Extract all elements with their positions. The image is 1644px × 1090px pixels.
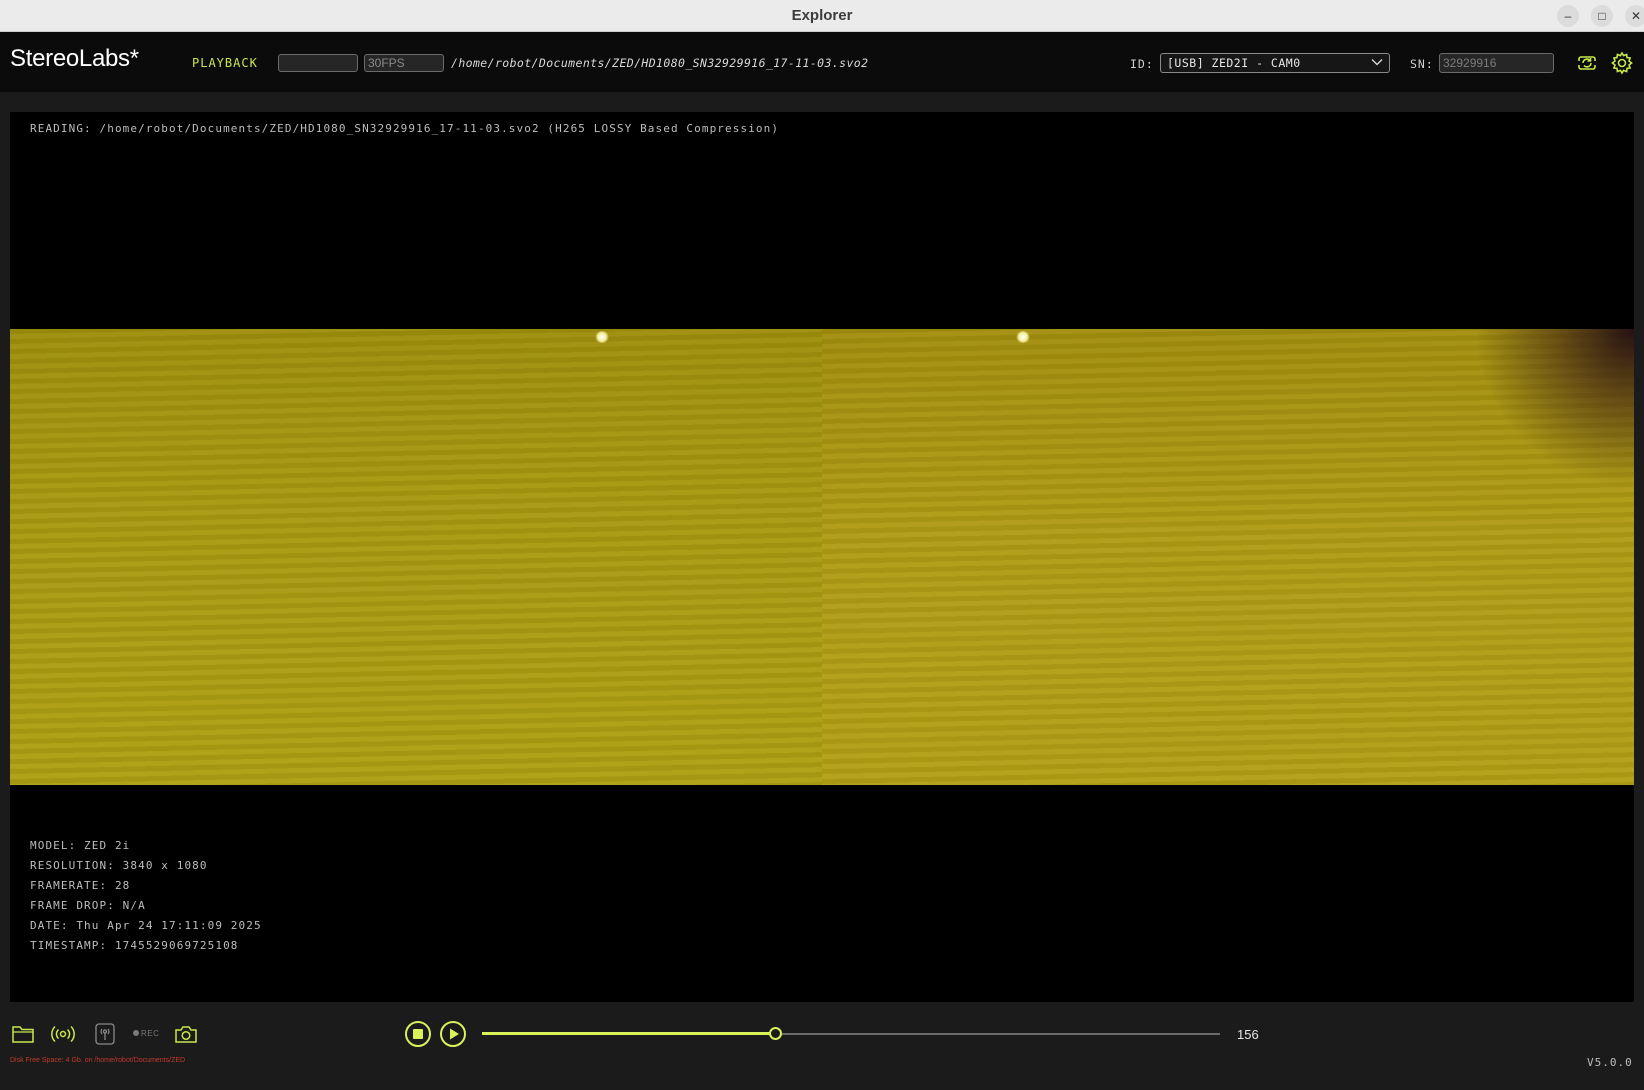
right-camera-image	[822, 329, 1634, 785]
record-button[interactable]: REC	[133, 1029, 159, 1038]
frame-number: 156	[1237, 1027, 1259, 1042]
folder-icon[interactable]	[10, 1022, 36, 1046]
info-resolution: RESOLUTION: 3840 x 1080	[30, 859, 208, 872]
minimize-button[interactable]: –	[1557, 5, 1579, 27]
light-glint	[595, 331, 609, 343]
slider-handle[interactable]	[768, 1027, 782, 1040]
explorer-window: Explorer – □ ✕ StereoLabs* PLAYBACK 30FP…	[0, 0, 1644, 1090]
info-framerate: FRAMERATE: 28	[30, 879, 131, 892]
rec-icon	[133, 1030, 139, 1036]
info-frame-drop: FRAME DROP: N/A	[30, 899, 146, 912]
mode-label: PLAYBACK	[192, 56, 258, 70]
stream-icon[interactable]	[50, 1022, 76, 1046]
refresh-icon[interactable]	[1574, 50, 1600, 76]
rec-label: REC	[141, 1029, 160, 1038]
camera-select-value: [USB] ZED2I - CAM0	[1167, 56, 1301, 70]
close-button[interactable]: ✕	[1625, 5, 1644, 27]
info-timestamp: TIMESTAMP: 1745529069725108	[30, 939, 239, 952]
id-label: ID:	[1130, 57, 1154, 71]
playback-slider[interactable]	[482, 1025, 1220, 1043]
light-glint	[1016, 331, 1030, 343]
reading-status: READING: /home/robot/Documents/ZED/HD108…	[30, 122, 780, 135]
stop-icon[interactable]	[404, 1020, 432, 1048]
brand-logo: StereoLabs*	[10, 45, 139, 72]
video-viewer[interactable]: READING: /home/robot/Documents/ZED/HD108…	[10, 112, 1634, 1002]
stereo-frame	[10, 329, 1634, 785]
camera-icon[interactable]	[173, 1022, 199, 1046]
slider-fill	[482, 1032, 775, 1035]
blank-input[interactable]	[278, 54, 358, 72]
shadow-region	[1474, 329, 1634, 489]
file-path: /home/robot/Documents/ZED/HD1080_SN32929…	[451, 56, 869, 70]
recording-info: MODEL: ZED 2i RESOLUTION: 3840 x 1080 FR…	[30, 836, 262, 956]
broadcast-icon[interactable]	[92, 1022, 118, 1046]
app-header: StereoLabs* PLAYBACK 30FPS /home/robot/D…	[0, 32, 1644, 92]
window-title: Explorer	[791, 7, 853, 24]
play-icon[interactable]	[439, 1020, 467, 1048]
serial-number-field[interactable]: 32929916	[1439, 53, 1554, 73]
maximize-button[interactable]: □	[1591, 5, 1613, 27]
disk-space-status: Disk Free Space: 4 Gb. on /home/robot/Do…	[10, 1057, 186, 1064]
sn-label: SN:	[1410, 57, 1434, 71]
info-date: DATE: Thu Apr 24 17:11:09 2025	[30, 919, 262, 932]
camera-select[interactable]: [USB] ZED2I - CAM0	[1160, 53, 1390, 73]
version-label: V5.0.0	[1587, 1056, 1633, 1069]
left-camera-image	[10, 329, 822, 785]
title-bar: Explorer – □ ✕	[0, 0, 1644, 32]
gear-icon[interactable]	[1609, 50, 1635, 76]
fps-input[interactable]: 30FPS	[364, 54, 444, 72]
chevron-down-icon	[1371, 59, 1383, 66]
info-model: MODEL: ZED 2i	[30, 839, 131, 852]
